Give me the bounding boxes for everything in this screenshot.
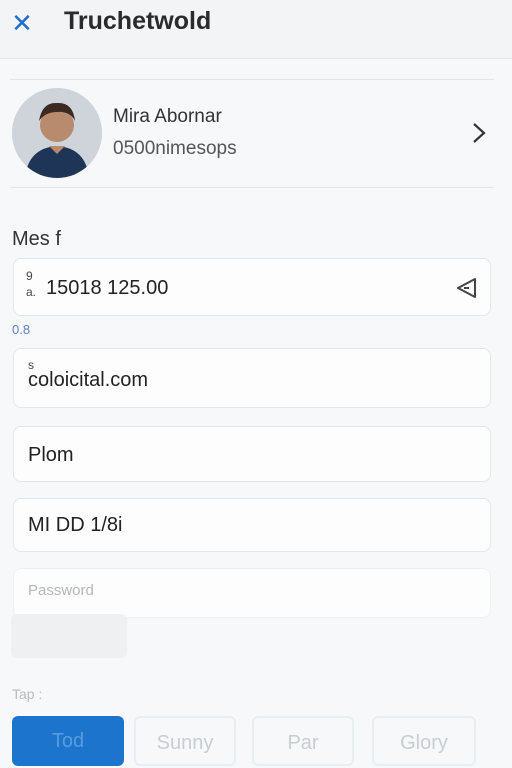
- email-value: coloicital.com: [28, 369, 149, 391]
- plan-value: Plom: [28, 444, 74, 466]
- date-field[interactable]: MI DD 1/8i: [13, 498, 491, 552]
- placeholder-block: [11, 614, 127, 658]
- profile-subtitle: 0500nimesops: [113, 138, 237, 159]
- segment-label: Tap :: [12, 686, 43, 702]
- chevron-right-icon[interactable]: [468, 122, 490, 144]
- plan-field[interactable]: Plom: [13, 426, 491, 482]
- avatar: [12, 88, 102, 178]
- page-title: Truchetwold: [64, 7, 212, 35]
- segment-glory[interactable]: Glory: [372, 716, 476, 766]
- profile-card[interactable]: Mira Abornar 0500nimesops: [10, 88, 494, 180]
- segment-tod[interactable]: Tod: [12, 716, 124, 766]
- divider: [10, 187, 494, 188]
- close-icon[interactable]: ✕: [10, 10, 34, 36]
- field-prefix-top: 9: [26, 269, 33, 283]
- divider: [10, 79, 494, 80]
- profile-name: Mira Abornar: [113, 106, 222, 127]
- email-field[interactable]: s coloicital.com: [13, 348, 491, 408]
- password-placeholder: Password: [28, 582, 94, 599]
- section-label: Mes f: [12, 228, 61, 250]
- field-prefix-bottom: a.: [26, 285, 37, 299]
- phone-field[interactable]: 9 a. 15018 125.00: [13, 258, 491, 316]
- date-value: MI DD 1/8i: [28, 514, 123, 536]
- segment-par[interactable]: Par: [252, 716, 354, 766]
- field-note: 0.8: [12, 322, 31, 337]
- app-header: ✕ Truchetwold: [0, 0, 512, 59]
- phone-value: 15018 125.00: [46, 277, 169, 299]
- segment-sunny[interactable]: Sunny: [134, 716, 236, 766]
- send-icon[interactable]: [454, 277, 478, 299]
- password-field[interactable]: Password: [13, 568, 491, 618]
